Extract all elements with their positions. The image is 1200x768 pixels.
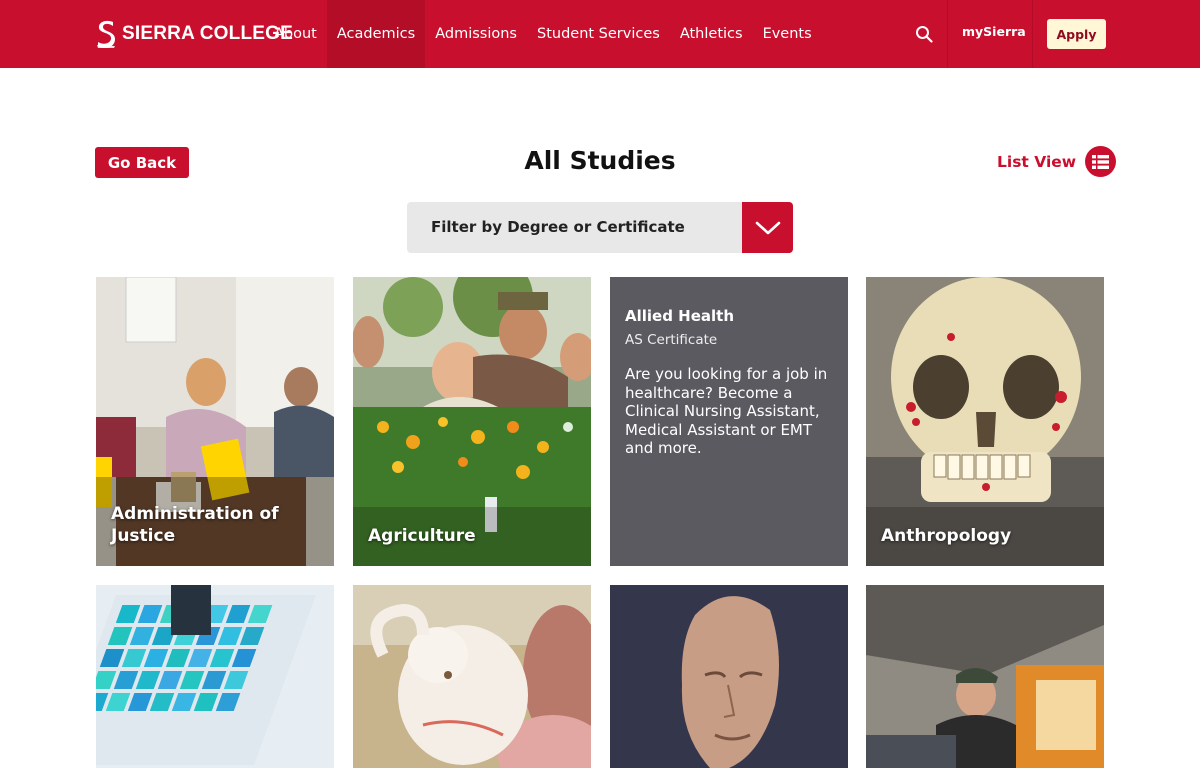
header-divider [947,0,948,68]
sierra-logo-icon [97,20,115,48]
study-card-allied-health[interactable]: Allied Health AS Certificate Are you loo… [610,277,848,566]
card-title: Administration of Justice [111,504,279,546]
search-icon [916,26,933,43]
study-card[interactable] [610,585,848,768]
card-image [353,277,591,566]
header-divider [1032,0,1033,68]
study-card-anthropology[interactable]: Anthropology [866,277,1104,566]
degree-filter-select[interactable]: Filter by Degree or Certificate [407,202,793,253]
study-card-administration-of-justice[interactable]: Administration of Justice [96,277,334,566]
card-subtitle: AS Certificate [625,332,718,348]
nav-item-academics[interactable]: Academics [326,0,426,68]
go-back-button[interactable]: Go Back [95,147,189,178]
study-card[interactable] [353,585,591,768]
main-nav: About Academics Admissions Student Servi… [264,0,822,68]
chevron-down-icon [755,221,780,234]
nav-item-events[interactable]: Events [753,0,822,68]
list-view-label: List View [997,152,1077,171]
filter-toggle-button[interactable] [742,202,793,253]
nav-item-athletics[interactable]: Athletics [670,0,753,68]
list-icon [1085,146,1117,177]
nav-item-about[interactable]: About [264,0,327,68]
card-title: Agriculture [368,526,476,546]
study-card-agriculture[interactable]: Agriculture [353,277,591,566]
card-image [866,585,1104,768]
card-image [96,585,334,768]
card-description: Are you looking for a job in healthcare?… [625,365,828,457]
page-title: All Studies [524,146,676,175]
nav-item-admissions[interactable]: Admissions [425,0,527,68]
site-header: SIERRA COLLEGE About Academics Admission… [0,0,1200,68]
filter-label: Filter by Degree or Certificate [431,218,685,236]
mysierra-link[interactable]: mySierra [962,24,1026,39]
apply-button[interactable]: Apply [1047,19,1106,49]
list-view-toggle[interactable]: List View [997,146,1117,177]
card-image [610,585,848,768]
search-button[interactable] [910,20,938,48]
card-image [353,585,591,768]
card-title: Allied Health [625,307,735,325]
card-image [866,277,1104,566]
card-title: Anthropology [881,526,1012,546]
study-card[interactable] [96,585,334,768]
nav-item-student-services[interactable]: Student Services [527,0,670,68]
study-card[interactable] [866,585,1104,768]
